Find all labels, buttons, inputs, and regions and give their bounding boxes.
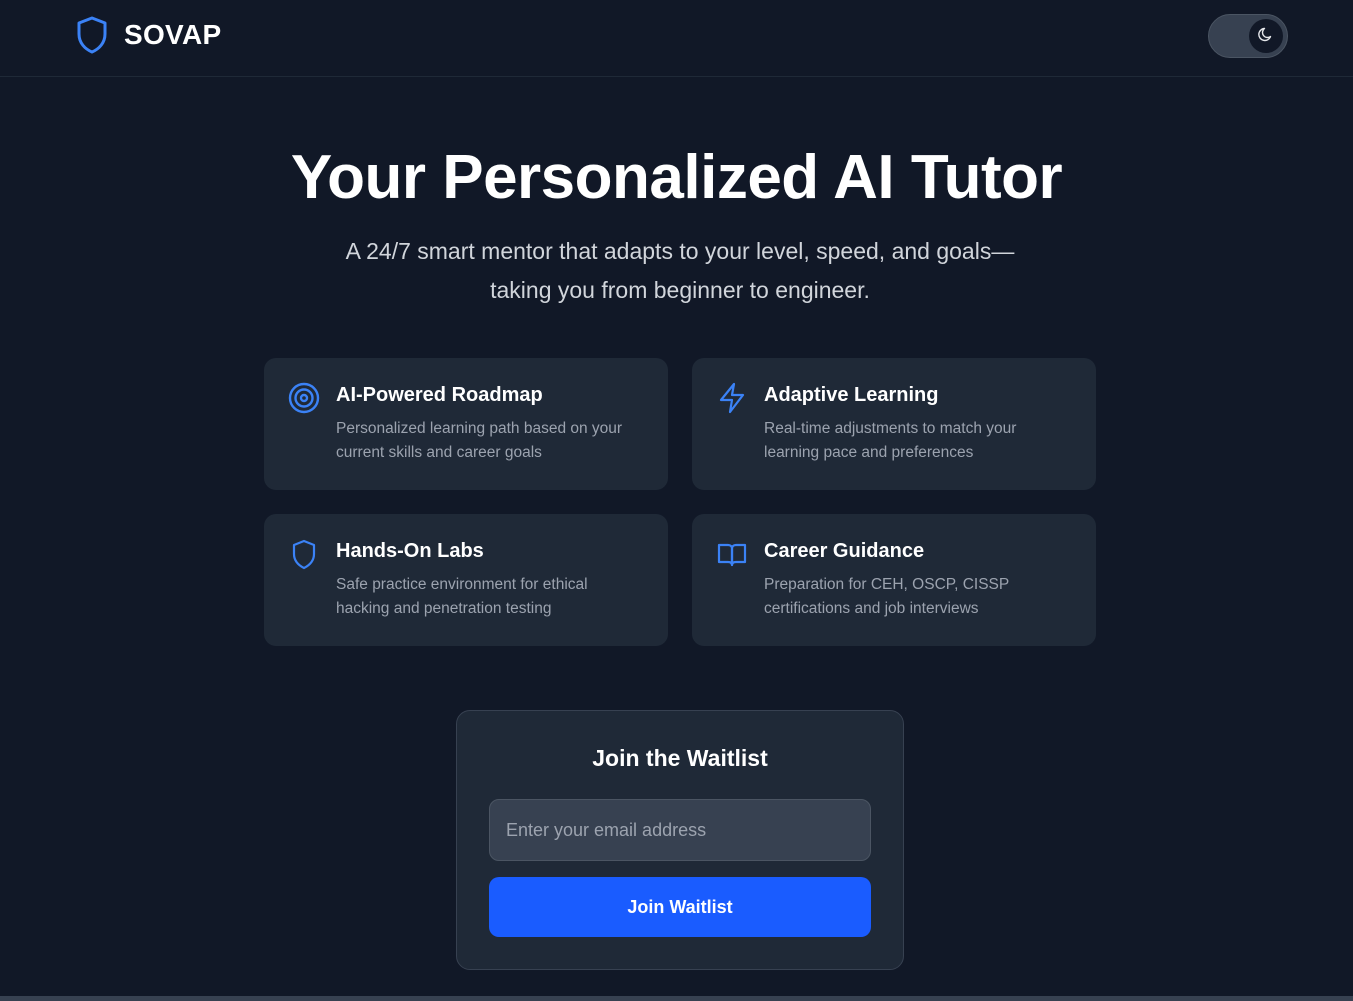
hero-subtitle: A 24/7 smart mentor that adapts to your … [296, 232, 1064, 310]
feature-title: Career Guidance [764, 540, 925, 562]
lightning-icon [716, 382, 748, 414]
feature-description-line: learning pace and preferences [764, 444, 974, 461]
hero-subtitle-line: taking you from beginner to engineer. [490, 277, 870, 303]
feature-card-ai-roadmap: AI-Powered Roadmap Personalized learning… [264, 358, 668, 490]
page-title: Your Personalized AI Tutor [290, 143, 1063, 212]
hero-subtitle-line: A 24/7 smart mentor that adapts to your … [345, 238, 1015, 264]
email-input[interactable] [489, 799, 871, 861]
feature-description: Safe practice environment for ethical ha… [336, 573, 654, 621]
moon-icon [1257, 25, 1275, 48]
feature-description: Personalized learning path based on your… [336, 417, 654, 465]
shield-icon [76, 16, 108, 54]
feature-description-line: hacking and penetration testing [336, 600, 552, 617]
feature-card-hands-on-labs: Hands-On Labs Safe practice environment … [264, 514, 668, 646]
feature-description-line: certifications and job interviews [764, 600, 979, 617]
feature-description-line: Personalized learning path based on your [336, 420, 623, 437]
feature-title: Hands-On Labs [336, 540, 484, 562]
feature-description-line: current skills and career goals [336, 444, 542, 461]
book-open-icon [716, 538, 748, 570]
join-waitlist-button[interactable]: Join Waitlist [489, 877, 871, 937]
feature-description-line: Preparation for CEH, OSCP, CISSP [764, 576, 1010, 593]
theme-toggle-knob [1249, 19, 1283, 53]
feature-title: AI-Powered Roadmap [336, 384, 543, 406]
feature-description-line: Real-time adjustments to match your [764, 420, 1017, 437]
waitlist-title: Join the Waitlist [592, 745, 768, 771]
bottom-edge [0, 996, 1353, 1001]
waitlist-panel: Join the Waitlist Join Waitlist [456, 710, 904, 970]
feature-description: Real-time adjustments to match your lear… [764, 417, 1082, 465]
top-navbar: SOVAP [0, 0, 1353, 77]
feature-description-line: Safe practice environment for ethical [336, 576, 588, 593]
shield-icon [288, 538, 320, 570]
feature-card-career-guidance: Career Guidance Preparation for CEH, OSC… [692, 514, 1096, 646]
feature-title: Adaptive Learning [764, 384, 939, 406]
brand-name: SOVAP [124, 19, 222, 50]
theme-toggle[interactable] [1208, 14, 1288, 58]
target-icon [288, 382, 320, 414]
brand[interactable]: SOVAP [76, 16, 221, 54]
feature-card-adaptive-learning: Adaptive Learning Real-time adjustments … [692, 358, 1096, 490]
feature-description: Preparation for CEH, OSCP, CISSP certifi… [764, 573, 1082, 621]
